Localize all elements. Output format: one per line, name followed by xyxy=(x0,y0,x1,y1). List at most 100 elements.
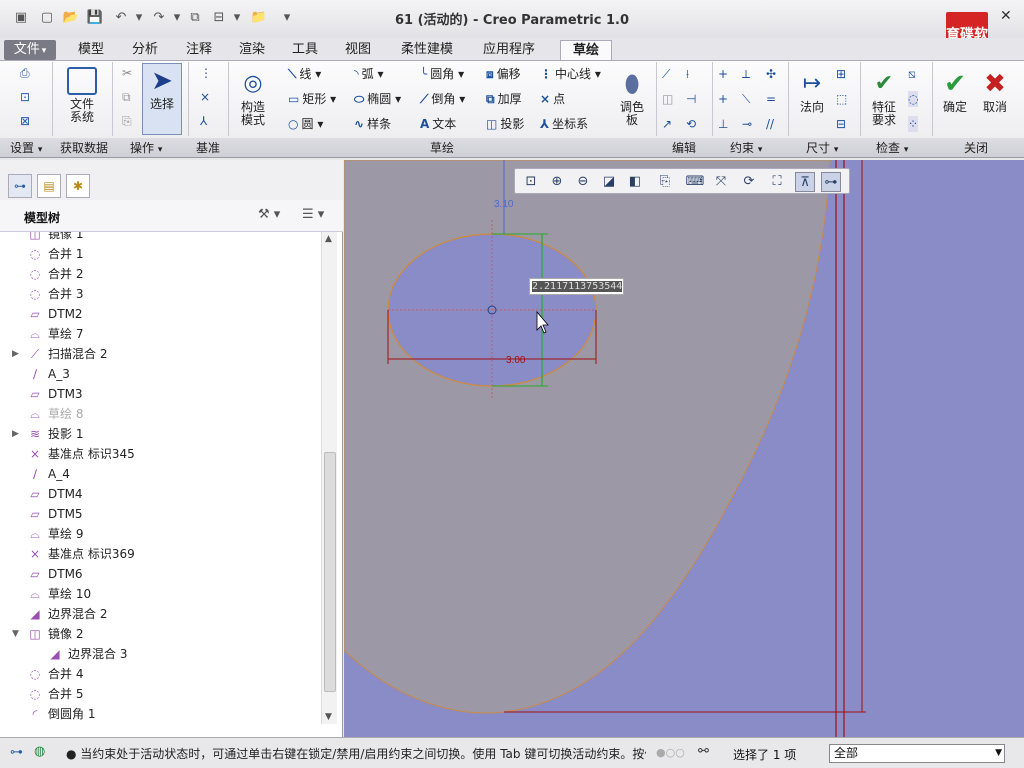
repaint-icon[interactable]: ◪ xyxy=(599,172,619,192)
point-button[interactable]: × 点 xyxy=(540,91,565,107)
quick-access-icon[interactable]: ⧉ xyxy=(186,9,204,27)
paste-icon[interactable]: ⎘ xyxy=(122,113,132,129)
delete-segment-icon[interactable]: ⟊ xyxy=(686,66,689,82)
tree-item[interactable]: ▱ DTM6 xyxy=(0,564,320,584)
display-style-icon[interactable]: ◧ xyxy=(625,172,645,192)
tree-scrollbar[interactable]: ▲ ▼ xyxy=(321,232,337,724)
equal-icon[interactable]: = xyxy=(766,91,776,107)
expand-icon[interactable]: ▶ xyxy=(12,424,19,444)
select-button[interactable]: ➤ 选择 xyxy=(142,63,182,135)
circle-button[interactable]: ○ 圆 ▾ xyxy=(288,116,323,132)
tree-item[interactable]: ◌ 合并 2 xyxy=(0,264,320,284)
fillet-button[interactable]: ╰ 圆角 ▾ xyxy=(420,66,464,82)
quick-access-icon[interactable]: 📂 xyxy=(62,9,80,27)
quick-access-icon[interactable]: ↶ xyxy=(112,9,130,27)
baseline-icon[interactable]: ⊟ xyxy=(836,116,846,132)
tab-tools[interactable]: 工具 xyxy=(280,40,330,60)
divide-icon[interactable]: ⊣ xyxy=(686,91,696,107)
dimension-display-icon[interactable]: ⊼ xyxy=(795,172,815,192)
group-inspect[interactable]: 检查 ▾ xyxy=(876,140,908,158)
quick-access-icon[interactable]: 📁 xyxy=(250,9,268,27)
tree-item[interactable]: ▱ DTM4 xyxy=(0,484,320,504)
symmetric-icon[interactable]: ✣ xyxy=(766,66,776,82)
favorites-tab-icon[interactable]: ✱ xyxy=(66,174,90,198)
coincident-icon[interactable]: ⊸ xyxy=(742,116,752,132)
sketch-canvas[interactable]: 3.00 3.10 xyxy=(344,160,1024,737)
tree-item[interactable]: ⌓ 草绘 9 xyxy=(0,524,320,544)
tree-item[interactable]: ∕ A_4 xyxy=(0,464,320,484)
scroll-up-icon[interactable]: ▲ xyxy=(325,234,332,244)
tangent-icon[interactable]: ⟂ xyxy=(742,66,750,82)
vertical-constraint-icon[interactable]: + xyxy=(718,66,728,82)
saved-views-icon[interactable]: ⎘ xyxy=(655,172,675,192)
file-system-button[interactable]: 文件 系统 xyxy=(62,67,102,124)
text-button[interactable]: A 文本 xyxy=(420,116,456,132)
tree-item[interactable]: ▶ ⟋ 扫描混合 2 xyxy=(0,344,320,364)
quick-access-icon[interactable]: ▾ xyxy=(228,9,246,27)
tab-analysis[interactable]: 分析 xyxy=(120,40,170,60)
quick-access-icon[interactable]: ↷ xyxy=(150,9,168,27)
tab-sketch[interactable]: 草绘 xyxy=(560,40,612,60)
datum-point-icon[interactable]: × xyxy=(200,89,210,105)
tab-applications[interactable]: 应用程序 xyxy=(472,40,546,60)
corner-icon[interactable]: ⟲ xyxy=(686,116,696,132)
normal-dimension-button[interactable]: ↦ 法向 xyxy=(794,67,830,114)
coord-system-button[interactable]: ⅄ 坐标系 xyxy=(540,116,588,132)
tab-view[interactable]: 视图 xyxy=(333,40,383,60)
tree-item[interactable]: ◌ 合并 4 xyxy=(0,664,320,684)
folder-browser-tab-icon[interactable]: ▤ xyxy=(37,174,61,198)
browser-toggle-icon[interactable]: ◍ xyxy=(34,744,45,759)
ok-button[interactable]: ✔ 确定 xyxy=(938,67,972,114)
tab-flexible-modeling[interactable]: 柔性建模 xyxy=(390,40,464,60)
collapse-icon[interactable]: ▼ xyxy=(12,624,19,644)
tree-item[interactable]: ◢ 边界混合 2 xyxy=(0,604,320,624)
tree-item[interactable]: ◢ 边界混合 3 xyxy=(0,644,320,664)
tree-item[interactable]: ▱ DTM5 xyxy=(0,504,320,524)
line-button[interactable]: ⟍ 线 ▾ xyxy=(288,66,321,82)
tab-render[interactable]: 渲染 xyxy=(227,40,277,60)
zoom-out-icon[interactable]: ⊖ xyxy=(573,172,593,192)
tree-settings-icon[interactable]: ⚒ ▾ xyxy=(258,207,280,222)
dimension-label-top[interactable]: 3.10 xyxy=(494,199,514,210)
annotation-display-icon[interactable]: ⛶ xyxy=(767,172,787,192)
quick-access-icon[interactable]: ⊟ xyxy=(210,9,228,27)
copy-icon[interactable]: ⧉ xyxy=(122,89,131,105)
horizontal-constraint-icon[interactable]: + xyxy=(718,91,728,107)
tree-item[interactable]: ◫ 镜像 1 xyxy=(0,232,320,244)
tree-toggle-icon[interactable]: ⊶ xyxy=(10,745,23,760)
datum-coord-icon[interactable]: ⅄ xyxy=(200,113,207,129)
selection-filter-dropdown[interactable]: 全部 ▼ xyxy=(829,744,1005,763)
reference-icon[interactable]: ⊠ xyxy=(20,113,30,129)
dimension-value-input[interactable]: 2.2117113753544 xyxy=(529,278,624,295)
tree-columns-icon[interactable]: ☰ ▾ xyxy=(302,207,324,222)
dimension-label-horizontal[interactable]: 3.00 xyxy=(506,355,526,366)
centerline-datum-icon[interactable]: ⋮ xyxy=(200,65,212,81)
tree-item[interactable]: ◌ 合并 3 xyxy=(0,284,320,304)
midpoint-icon[interactable]: ⟍ xyxy=(742,91,750,107)
quick-access-icon[interactable]: ▾ xyxy=(168,9,186,27)
tree-item[interactable]: ⌓ 草绘 8 xyxy=(0,404,320,424)
tree-item[interactable]: ▱ DTM2 xyxy=(0,304,320,324)
spin-center-icon[interactable]: ⟳ xyxy=(739,172,759,192)
perimeter-icon[interactable]: ⊞ xyxy=(836,66,846,82)
shade-closed-icon[interactable]: ◌ xyxy=(908,91,919,107)
open-ends-icon[interactable]: ⁘ xyxy=(908,116,919,132)
centerline-button[interactable]: ⋮ 中心线 ▾ xyxy=(540,66,601,82)
construct-mode-button[interactable]: ◎ 构造 模式 xyxy=(236,67,270,127)
spline-button[interactable]: ∿ 样条 xyxy=(354,116,391,132)
ellipse-button[interactable]: ⬭ 椭圆 ▾ xyxy=(354,91,401,107)
quick-access-icon[interactable]: 💾 xyxy=(86,9,104,27)
cancel-button[interactable]: ✖ 取消 xyxy=(978,67,1012,114)
find-icon[interactable]: ⚯ xyxy=(698,744,709,759)
chamfer-button[interactable]: ⟋ 倒角 ▾ xyxy=(420,91,465,107)
model-tree-tab-icon[interactable]: ⊶ xyxy=(8,174,32,198)
tree-item[interactable]: ▱ DTM3 xyxy=(0,384,320,404)
group-setup[interactable]: 设置 ▾ xyxy=(10,140,42,158)
tree-item[interactable]: ◌ 合并 1 xyxy=(0,244,320,264)
palette-button[interactable]: ⬮ 调色 板 xyxy=(614,67,650,127)
tab-annotate[interactable]: 注释 xyxy=(174,40,224,60)
perpendicular-icon[interactable]: ⊥ xyxy=(718,116,728,132)
rectangle-button[interactable]: ▭ 矩形 ▾ xyxy=(288,91,336,107)
graphics-area[interactable]: 3.00 3.10 xyxy=(344,160,1024,737)
zoom-in-icon[interactable]: ⊕ xyxy=(547,172,567,192)
